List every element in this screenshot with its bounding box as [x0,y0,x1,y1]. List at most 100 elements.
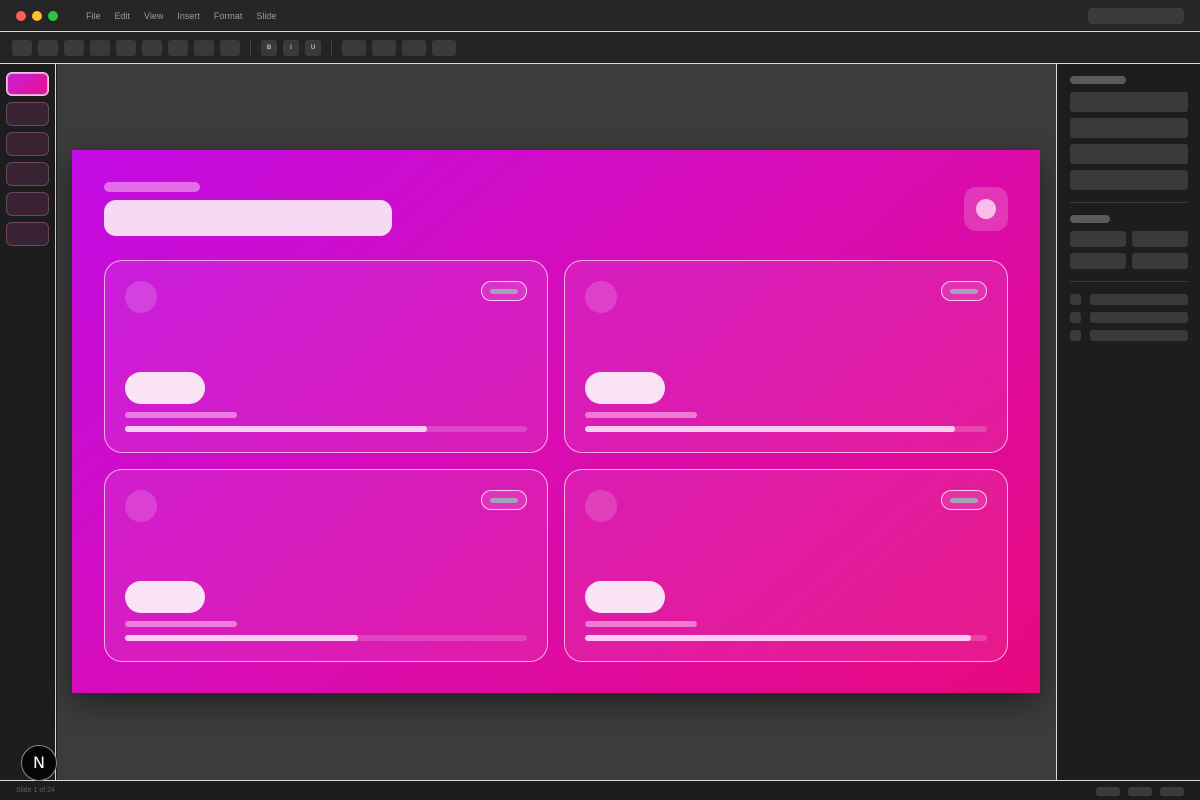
inspector-section-heading [1070,76,1126,84]
fit-button[interactable] [1128,787,1152,796]
menu-view[interactable]: View [144,10,163,22]
toolbar-button-align-right[interactable] [402,40,426,56]
inspector-field-half[interactable] [1070,253,1126,269]
toolbar-button-4[interactable] [90,40,110,56]
slide-card[interactable] [104,469,548,662]
card-caption [585,412,697,418]
card-progress-fill [585,635,971,641]
card-progress-track [125,426,527,432]
card-tag [941,490,987,510]
n-logo-icon[interactable]: N [21,745,57,781]
close-window-button[interactable] [16,11,26,21]
inspector-option [1090,294,1188,305]
toolbar-button-2[interactable] [38,40,58,56]
minimize-window-button[interactable] [32,11,42,21]
underline-button[interactable]: U [305,40,321,56]
menu-file[interactable]: File [86,10,101,22]
toolbar-button-3[interactable] [64,40,84,56]
toolbar-divider [250,40,251,56]
card-tag-text [950,289,978,294]
title-bar: File Edit View Insert Format Slide [0,0,1200,32]
card-progress-track [125,635,527,641]
badge-dot-icon [976,199,996,219]
menu-format[interactable]: Format [214,10,243,22]
card-circle-icon [585,490,617,522]
card-progress-track [585,426,987,432]
zoom-out-button[interactable] [1096,787,1120,796]
inspector-field[interactable] [1070,144,1188,164]
slide-thumbnail-6[interactable] [6,222,49,246]
inspector-divider [1070,202,1188,203]
inspector-field[interactable] [1070,170,1188,190]
inspector-checkbox[interactable] [1070,312,1081,323]
card-caption [125,621,237,627]
toolbar-button-7[interactable] [168,40,188,56]
menu-slide[interactable]: Slide [256,10,276,22]
card-circle-icon [125,490,157,522]
card-tag [941,281,987,301]
slide-thumbnail-3[interactable] [6,132,49,156]
maximize-window-button[interactable] [48,11,58,21]
inspector-divider [1070,281,1188,282]
toolbar-button-8[interactable] [194,40,214,56]
toolbar-button-5[interactable] [116,40,136,56]
card-progress-fill [125,426,427,432]
toolbar: B I U [0,32,1200,64]
toolbar-button-6[interactable] [142,40,162,56]
toolbar-button-justify[interactable] [432,40,456,56]
zoom-in-button[interactable] [1160,787,1184,796]
card-tag [481,490,527,510]
card-value-pill [585,372,665,404]
card-tag-text [950,498,978,503]
card-progress-fill [125,635,359,641]
slide-thumbnail-1[interactable] [6,72,49,96]
card-caption [585,621,697,627]
inspector-field-half[interactable] [1132,253,1188,269]
menu-edit[interactable]: Edit [115,10,131,22]
card-caption [125,412,237,418]
inspector-field[interactable] [1070,92,1188,112]
slide[interactable] [72,150,1040,693]
slide-badge [964,187,1008,231]
inspector-panel [1056,64,1200,780]
card-value-pill [585,581,665,613]
card-circle-icon [585,281,617,313]
card-tag [481,281,527,301]
slide-eyebrow-placeholder [104,182,200,192]
toolbar-button-9[interactable] [220,40,240,56]
card-value-pill [125,581,205,613]
italic-button[interactable]: I [283,40,299,56]
toolbar-button-align-center[interactable] [372,40,396,56]
slide-thumbnails-panel [0,64,56,780]
card-value-pill [125,372,205,404]
inspector-option [1090,330,1188,341]
inspector-field-half[interactable] [1132,231,1188,247]
inspector-section-heading [1070,215,1110,223]
slide-thumbnail-5[interactable] [6,192,49,216]
slide-thumbnail-4[interactable] [6,162,49,186]
slide-counter: Slide 1 of 24 [16,787,55,794]
card-tag-text [490,498,518,503]
status-bar: Slide 1 of 24 [0,780,1200,800]
toolbar-button-align-left[interactable] [342,40,366,56]
bold-button[interactable]: B [261,40,277,56]
menu-bar: File Edit View Insert Format Slide [86,10,290,22]
slide-card[interactable] [564,469,1008,662]
card-circle-icon [125,281,157,313]
slide-thumbnail-2[interactable] [6,102,49,126]
slide-card[interactable] [564,260,1008,453]
search-field[interactable] [1088,8,1184,24]
toolbar-divider [331,40,332,56]
slide-card[interactable] [104,260,548,453]
toolbar-button-1[interactable] [12,40,32,56]
inspector-field[interactable] [1070,118,1188,138]
slide-title-placeholder[interactable] [104,200,392,236]
card-tag-text [490,289,518,294]
card-progress-track [585,635,987,641]
inspector-checkbox[interactable] [1070,294,1081,305]
menu-insert[interactable]: Insert [177,10,200,22]
inspector-field-half[interactable] [1070,231,1126,247]
inspector-option [1090,312,1188,323]
card-progress-fill [585,426,955,432]
inspector-checkbox[interactable] [1070,330,1081,341]
